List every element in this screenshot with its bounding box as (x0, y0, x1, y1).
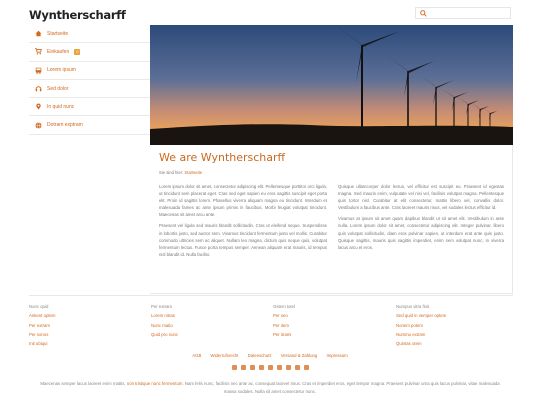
pinterest-icon[interactable] (303, 365, 309, 370)
footer-column-heading: Ostem totel (273, 304, 295, 309)
page-title: We are Wyntherscharff (159, 151, 286, 164)
footer-link[interactable]: Nunc matio (151, 321, 178, 330)
footer-link[interactable]: Init ubiqui (29, 339, 56, 348)
paragraph: Quisque ullamcorper dolor lectus, vel ef… (338, 184, 504, 211)
sidebar-item-lorem-ipsum[interactable]: Lorem ipsum (29, 62, 150, 80)
legal-link-impressum[interactable]: Impressum (327, 353, 348, 358)
copy-link[interactable]: non tristique nunc fermentum. (127, 381, 184, 386)
copy-text-a: Maecenas semper lacus laoreet enim matti… (40, 381, 126, 386)
content-column-right: Quisque ullamcorper dolor lectus, vel ef… (338, 183, 504, 255)
facebook-icon[interactable] (249, 365, 255, 370)
footer-link[interactable]: Per seo (273, 311, 295, 320)
paragraph: Vivamus at ipsum sit amet quam dapibus b… (338, 216, 504, 250)
sidebar-item-label: In quid nunc (47, 103, 75, 110)
legal-link-widerrufsrecht[interactable]: Widerrufsrecht (211, 353, 239, 358)
site-header: Wyntherscharff (29, 4, 513, 24)
twitter-icon[interactable] (258, 365, 264, 370)
footer-link[interactable]: Quintas otem (396, 339, 446, 348)
bus-icon (35, 67, 42, 74)
search-input[interactable] (415, 7, 511, 19)
mail-icon[interactable] (231, 365, 237, 370)
footer-column-4: Numpus vitra finit Sed quid in semper op… (396, 302, 446, 348)
sidebar-item-sed-dolor[interactable]: Sed dolor (29, 80, 150, 99)
footer-link[interactable]: Nummo extram (396, 330, 446, 339)
legal-links: AGB Widerrufsrecht Datenschutz Versand &… (0, 353, 540, 358)
footer-link[interactable]: Per sonos (29, 330, 56, 339)
social-icons (0, 365, 540, 370)
search-icon[interactable] (420, 10, 427, 17)
sidebar-item-label: Lorem ipsum (47, 67, 76, 74)
footer-link[interactable]: Per item (273, 321, 295, 330)
rss-icon[interactable] (240, 365, 246, 370)
sidebar-item-in-quid-nunc[interactable]: In quid nunc (29, 98, 150, 117)
headset-icon (35, 85, 42, 92)
sidebar-item-einkaufen[interactable]: Einkaufen 0 (29, 43, 150, 62)
sidebar-item-label: Dotram exptram (47, 122, 83, 129)
cart-icon (35, 48, 42, 55)
footer-column-heading: Numpus vitra finit (396, 304, 430, 309)
legal-link-versand[interactable]: Versand & Zahlung (281, 353, 318, 358)
footer-link[interactable]: Nonem potem (396, 321, 446, 330)
linkedin-icon[interactable] (267, 365, 273, 370)
footer-column-heading: Nunc quid (29, 304, 49, 309)
paragraph: Lorem ipsum dolor sit amet, consectetur … (159, 184, 327, 218)
xing-icon[interactable] (276, 365, 282, 370)
globe-icon (35, 121, 42, 129)
flickr-icon[interactable] (294, 365, 300, 370)
site-logo[interactable]: Wyntherscharff (29, 8, 126, 22)
footer-column-heading: Per extram (151, 304, 173, 309)
sidebar-item-dotram-exptram[interactable]: Dotram exptram (29, 116, 150, 135)
footer-link[interactable]: Ankent optem (29, 311, 56, 320)
footer-divider (29, 295, 513, 296)
footer-column-3: Ostem totel Per seo Per item Per itrami (273, 302, 295, 339)
footer-column-1: Nunc quid Ankent optem Per extram Per so… (29, 302, 56, 348)
footer-column-2: Per extram Lorem nitras Nunc matio Quid … (151, 302, 178, 339)
cart-count-badge: 0 (74, 48, 81, 55)
footer-link[interactable]: Per extram (29, 321, 56, 330)
footer-link[interactable]: Quid pro nunc (151, 330, 178, 339)
footer-link[interactable]: Per itrami (273, 330, 295, 339)
home-icon (35, 30, 42, 37)
copy-text-b: Nam felis nunc, facilisis nec ante ac, c… (184, 381, 500, 394)
sidebar-item-label: Startseite (47, 30, 69, 37)
sidebar-item-label: Einkaufen (47, 48, 70, 55)
sidebar-nav: Startseite Einkaufen 0 Lorem ipsum Sed d… (29, 25, 150, 135)
footer-link[interactable]: Lorem nitras (151, 311, 178, 320)
footer-link[interactable]: Sed quid in semper optem (396, 311, 446, 320)
footer-copy: Maecenas semper lacus laoreet enim matti… (40, 380, 500, 396)
legal-link-agb[interactable]: AGB (192, 353, 201, 358)
paragraph: Praesent vel ligula sed mauris blandit s… (159, 223, 327, 257)
content-column-left: Lorem ipsum dolor sit amet, consectetur … (159, 183, 327, 262)
breadcrumb: Sie sind hier: Startseite (159, 170, 202, 175)
youtube-icon[interactable] (285, 365, 291, 370)
breadcrumb-link-startseite[interactable]: Startseite (184, 170, 202, 175)
breadcrumb-prefix: Sie sind hier: (159, 170, 184, 175)
sidebar-item-startseite[interactable]: Startseite (29, 25, 150, 44)
legal-link-datenschutz[interactable]: Datenschutz (248, 353, 272, 358)
location-pin-icon (35, 103, 42, 110)
hero-image-wind-turbines (150, 25, 513, 145)
sidebar-item-label: Sed dolor (47, 85, 69, 92)
